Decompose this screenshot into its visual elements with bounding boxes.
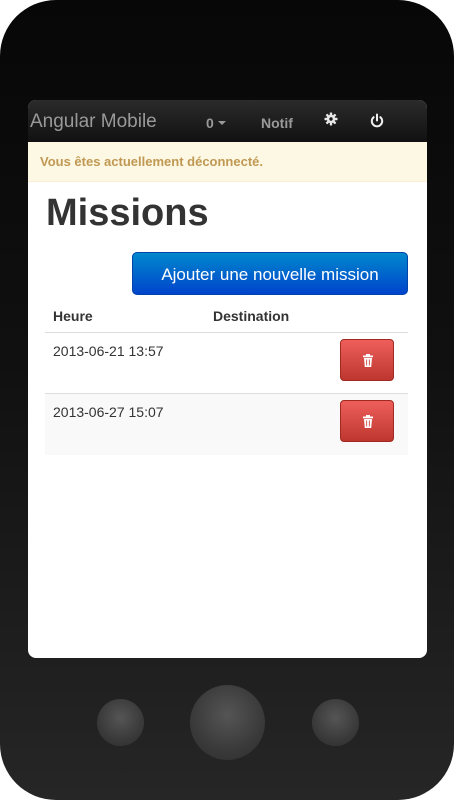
cell-actions — [332, 393, 408, 455]
cell-heure: 2013-06-27 15:07 — [45, 393, 205, 455]
power-icon[interactable] — [369, 113, 385, 129]
gear-icon[interactable] — [324, 112, 338, 130]
count-dropdown[interactable]: 0 — [206, 115, 226, 131]
cell-actions — [332, 332, 408, 394]
trash-icon — [363, 354, 373, 367]
header-actions — [332, 300, 408, 333]
right-hardware-button[interactable] — [312, 699, 359, 746]
header-destination: Destination — [213, 308, 290, 324]
left-hardware-button[interactable] — [97, 699, 144, 746]
table-row[interactable]: 2013-06-27 15:07 — [45, 393, 408, 455]
home-hardware-button[interactable] — [190, 685, 265, 760]
delete-button[interactable] — [340, 339, 394, 381]
disconnected-alert: Vous êtes actuellement déconnecté. — [28, 142, 427, 182]
phone-frame: Angular Mobile 0 Notif Vous êtes actuell… — [0, 0, 454, 800]
notif-link[interactable]: Notif — [261, 115, 293, 131]
navbar: Angular Mobile 0 Notif — [28, 100, 427, 142]
cell-destination — [205, 332, 332, 394]
add-mission-button[interactable]: Ajouter une nouvelle mission — [132, 252, 408, 295]
trash-icon — [363, 415, 373, 428]
header-heure: Heure — [53, 308, 93, 324]
cell-destination — [205, 393, 332, 455]
page-title: Missions — [46, 192, 209, 234]
app-screen: Angular Mobile 0 Notif Vous êtes actuell… — [28, 100, 427, 658]
table-header-row: Heure Destination — [45, 300, 408, 333]
delete-button[interactable] — [340, 400, 394, 442]
brand-link[interactable]: Angular Mobile — [30, 111, 157, 133]
count-label: 0 — [206, 115, 214, 131]
chevron-down-icon — [217, 120, 226, 125]
table-row[interactable]: 2013-06-21 13:57 — [45, 332, 408, 394]
cell-heure: 2013-06-21 13:57 — [45, 332, 205, 394]
missions-table: Heure Destination 2013-06-21 13:57 2013-… — [45, 300, 408, 455]
